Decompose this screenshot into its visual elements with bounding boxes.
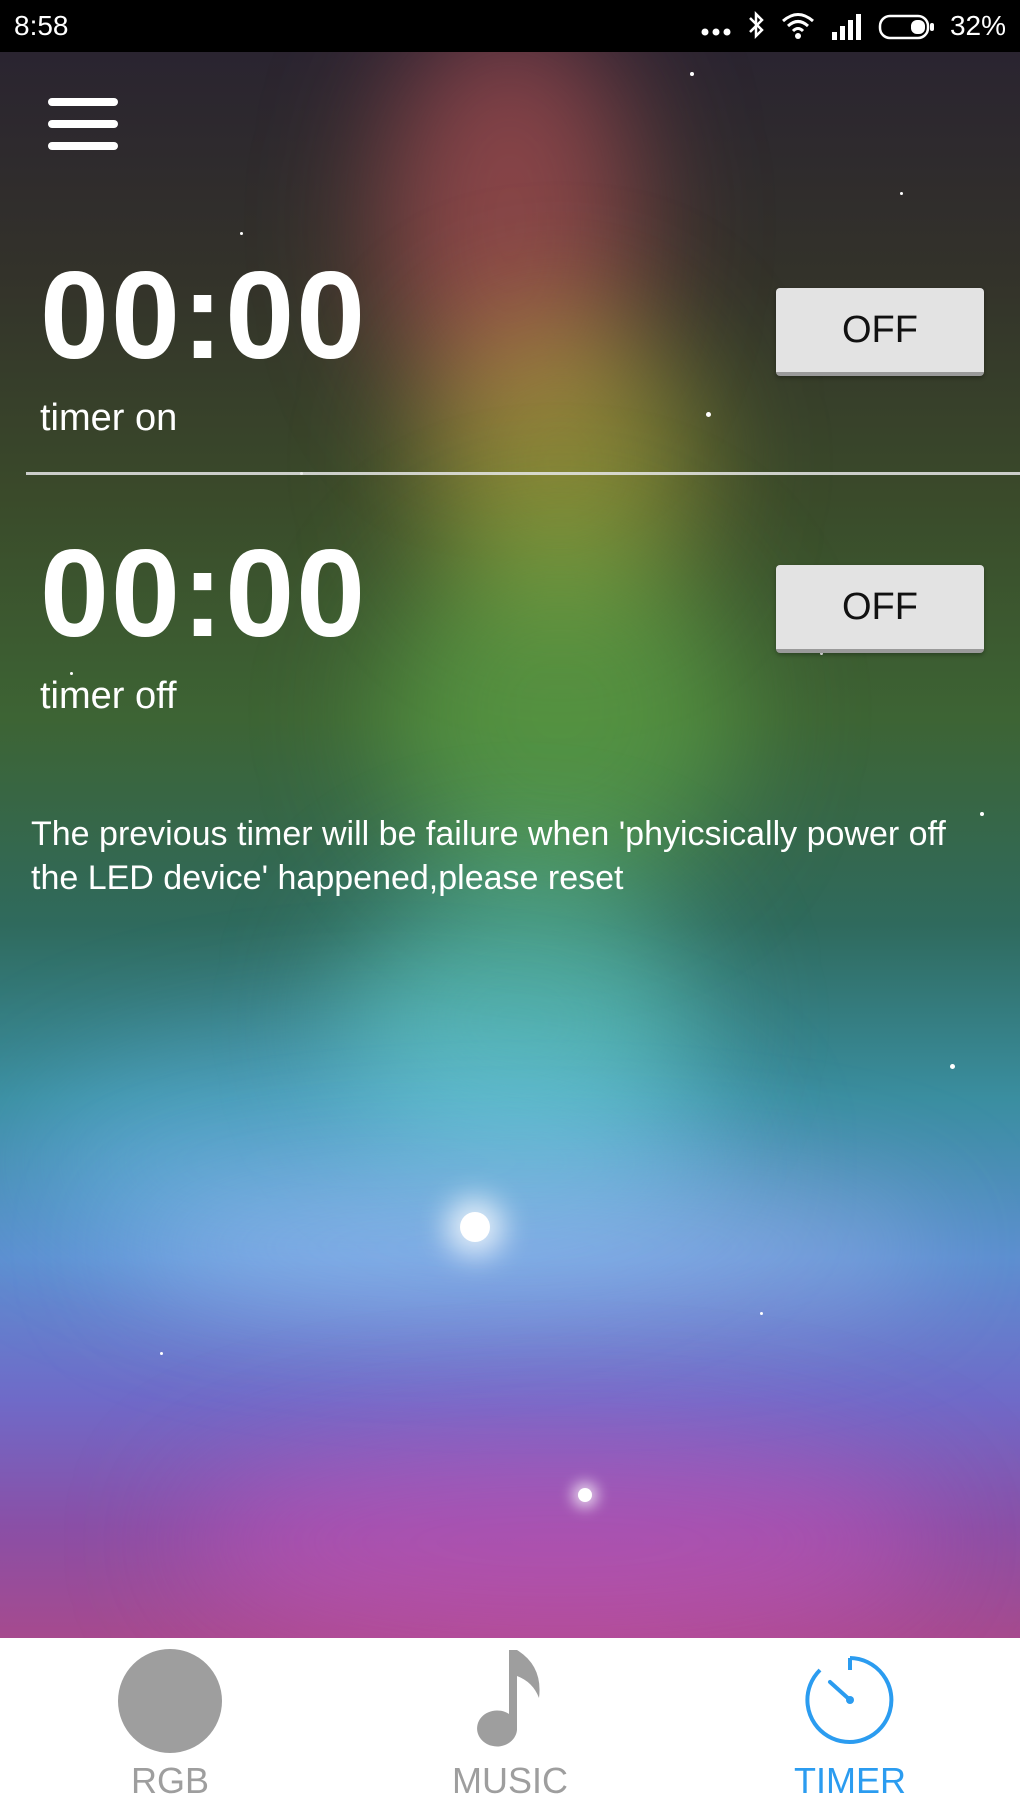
timer-off-label: timer off: [40, 675, 177, 717]
status-time: 8:58: [14, 10, 69, 41]
bluetooth-icon: [749, 10, 764, 40]
timer-off-time[interactable]: 00:00: [40, 532, 367, 656]
status-bar: 8:58 32%: [0, 0, 1020, 52]
signal-icon: [831, 14, 861, 40]
nav-label-music: MUSIC: [452, 1760, 568, 1801]
timer-screen: 8:58 32% 00:00 timer on OFF 00:00 timer …: [0, 0, 1020, 1813]
more-dots-icon: [701, 28, 731, 36]
timer-on-label: timer on: [40, 397, 178, 439]
reset-notice-text: The previous timer will be failure when …: [31, 815, 946, 897]
rgb-circle-icon: [118, 1649, 222, 1753]
status-icons: 32%: [700, 8, 1006, 44]
timer-icon: [805, 1656, 894, 1744]
nav-item-music[interactable]: MUSIC: [410, 1638, 610, 1813]
music-note-icon: [477, 1650, 540, 1747]
nav-label-timer: TIMER: [794, 1760, 906, 1801]
battery-percent: 32%: [949, 10, 1006, 41]
wifi-icon: [781, 13, 814, 39]
timer-on-toggle-button[interactable]: OFF: [776, 288, 984, 376]
battery-icon: [878, 14, 934, 40]
hamburger-menu-icon[interactable]: [48, 98, 118, 154]
nav-item-rgb[interactable]: RGB: [70, 1638, 270, 1813]
bottom-nav: RGB MUSIC TIMER: [0, 1638, 1020, 1813]
nav-label-rgb: RGB: [130, 1760, 209, 1801]
nav-item-timer[interactable]: TIMER: [750, 1638, 950, 1813]
timer-divider: [26, 472, 1020, 475]
timer-off-toggle-button[interactable]: OFF: [776, 565, 984, 653]
timer-on-time[interactable]: 00:00: [40, 254, 367, 378]
